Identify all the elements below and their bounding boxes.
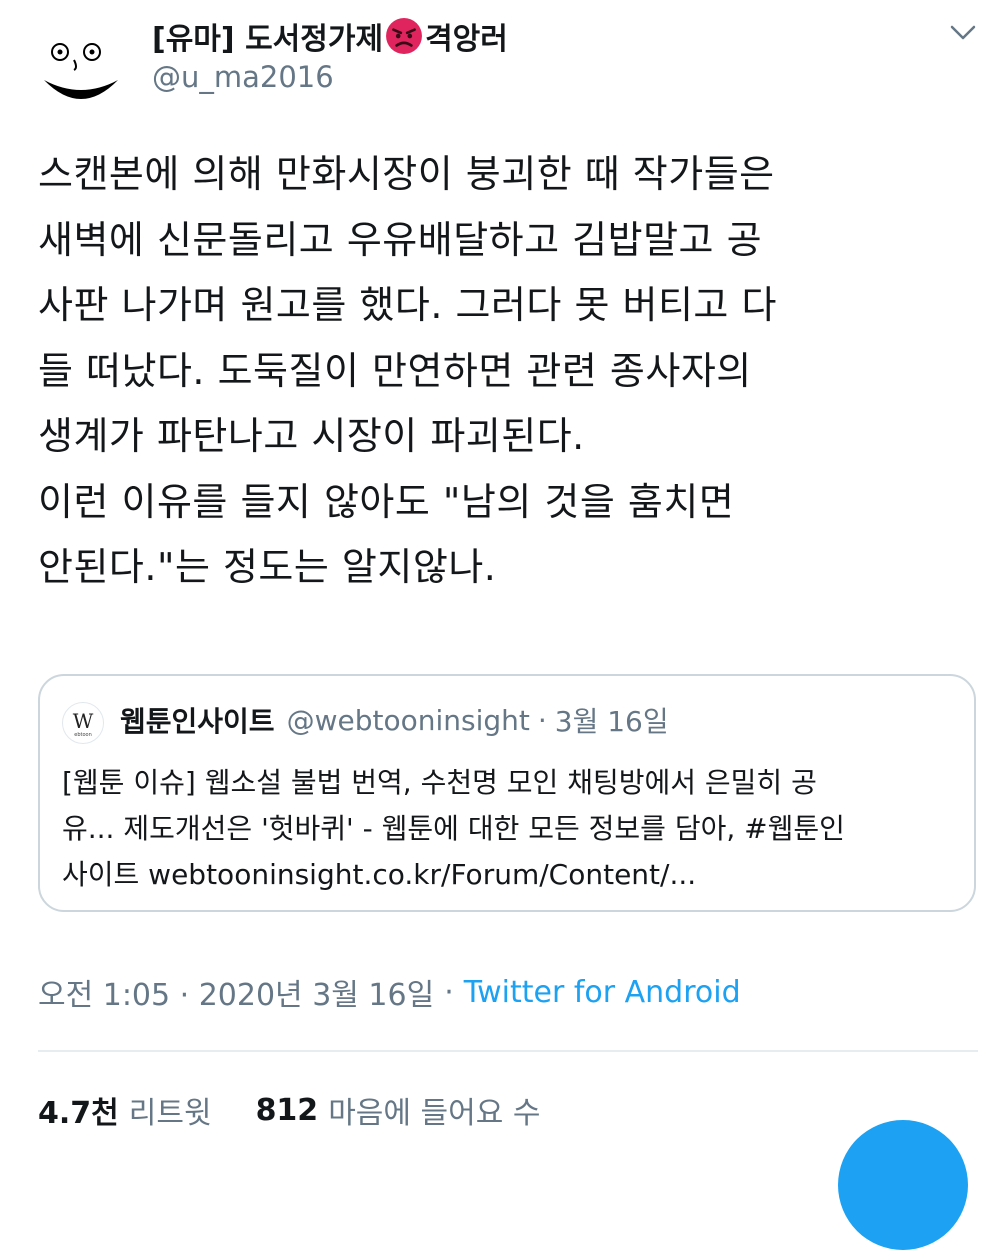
tweet-meta: 오전 1:05 · 2020년 3월 16일 · Twitter for And… <box>38 968 741 1016</box>
retweets-count[interactable]: 4.7천 <box>38 1088 119 1132</box>
meta-separator: · <box>444 974 454 1010</box>
face-avatar-icon <box>35 15 127 108</box>
tweet-line: 새벽에 신문돌리고 우유배달하고 김밥말고 공 <box>38 217 763 262</box>
chevron-down-icon <box>950 25 976 40</box>
svg-text:ebtoon: ebtoon <box>74 732 92 738</box>
quoted-separator: · <box>537 703 547 737</box>
quoted-line: 사이트 webtooninsight.co.kr/Forum/Content/.… <box>62 858 697 891</box>
retweets-label[interactable]: 리트윗 <box>129 1088 212 1132</box>
quoted-text: [웹툰 이슈] 웹소설 불법 번역, 수천명 모인 채팅방에서 은밀히 공 유.… <box>62 760 962 898</box>
author-handle[interactable]: @u_ma2016 <box>152 60 334 94</box>
quoted-header: 웹툰인사이트 @webtooninsight · 3월 16일 <box>120 698 669 742</box>
tweet-line: 이런 이유를 들지 않아도 "남의 것을 훔치면 <box>38 479 735 524</box>
likes-label[interactable]: 마음에 들어요 수 <box>328 1088 540 1132</box>
tweet-timestamp[interactable]: 오전 1:05 · 2020년 3월 16일 <box>38 970 434 1014</box>
svg-text:W: W <box>73 709 94 733</box>
tweet-source-link[interactable]: Twitter for Android <box>464 975 741 1010</box>
compose-tweet-button[interactable] <box>838 1120 968 1250</box>
likes-count[interactable]: 812 <box>256 1093 319 1128</box>
display-name-prefix: [유마] 도서정가제 <box>152 22 384 57</box>
webtoon-logo-icon: W ebtoon <box>64 704 102 742</box>
quoted-line: [웹툰 이슈] 웹소설 불법 번역, 수천명 모인 채팅방에서 은밀히 공 <box>62 766 817 799</box>
divider <box>38 1050 978 1052</box>
angry-face-emoji-icon <box>386 18 423 54</box>
quoted-date: 3월 16일 <box>554 705 669 738</box>
author-display-name[interactable]: [유마] 도서정가제 격앙러 <box>152 14 508 58</box>
author-avatar[interactable] <box>34 14 128 108</box>
display-name-suffix: 격앙러 <box>425 22 508 57</box>
tweet-text: 스캔본에 의해 만화시장이 붕괴한 때 작가들은 새벽에 신문돌리고 우유배달하… <box>38 142 978 601</box>
tweet-line: 사판 나가며 원고를 했다. 그러다 못 버티고 다 <box>38 283 777 327</box>
tweet-menu-button[interactable] <box>946 16 980 50</box>
quoted-author-name: 웹툰인사이트 <box>120 705 275 738</box>
tweet-line: 생계가 파탄나고 시장이 파괴된다. <box>38 414 585 458</box>
quoted-author-handle: @webtooninsight <box>286 703 530 737</box>
tweet-line: 스캔본에 의해 만화시장이 붕괴한 때 작가들은 <box>38 152 775 196</box>
quoted-line: 유... 제도개선은 '헛바퀴' - 웹툰에 대한 모든 정보를 담아, #웹툰… <box>62 812 845 845</box>
tweet-line: 들 떠났다. 도둑질이 만연하면 관련 종사자의 <box>38 348 752 393</box>
quoted-avatar: W ebtoon <box>62 702 104 744</box>
tweet-line: 안된다."는 정도는 알지않나. <box>38 545 497 589</box>
tweet-stats: 4.7천 리트윗 812 마음에 들어요 수 <box>38 1086 584 1134</box>
quoted-tweet-card[interactable]: W ebtoon 웹툰인사이트 @webtooninsight · 3월 16일… <box>38 674 976 912</box>
